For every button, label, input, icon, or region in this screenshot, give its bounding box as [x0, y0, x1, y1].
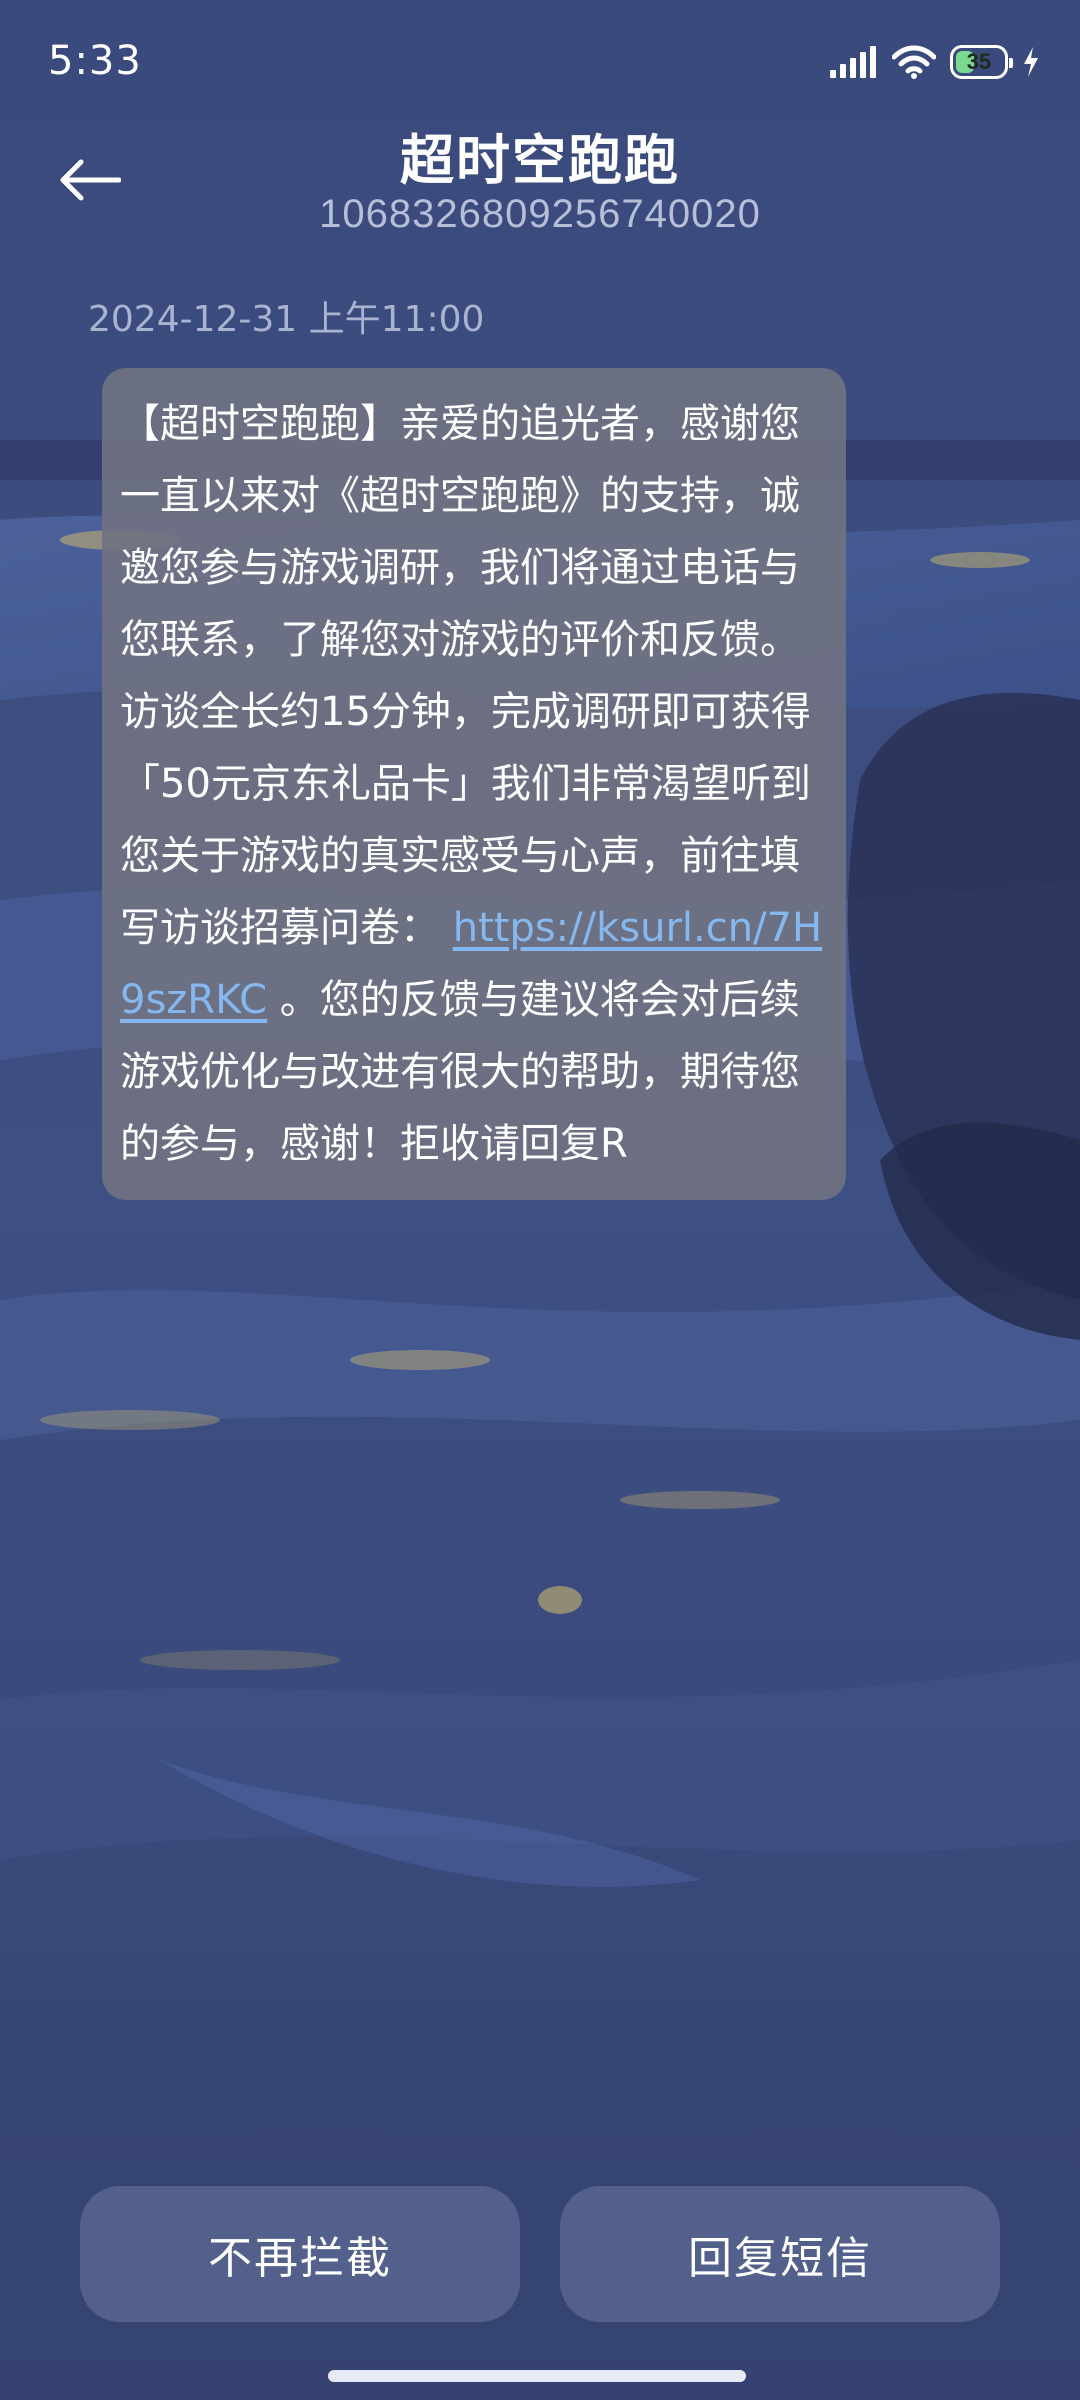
- wifi-icon: [892, 45, 936, 79]
- wallpaper-background: [0, 0, 1080, 2400]
- contact-name: 超时空跑跑: [400, 129, 680, 192]
- status-bar: 5:33 35: [0, 0, 1080, 120]
- message-bubble[interactable]: 【超时空跑跑】亲爱的追光者，感谢您一直以来对《超时空跑跑》的支持，诚邀您参与游戏…: [102, 368, 846, 1200]
- conversation-header: 超时空跑跑 1068326809256740020: [0, 110, 1080, 260]
- signal-icon: [830, 46, 876, 78]
- battery-cap: [1009, 58, 1013, 68]
- message-text: 【超时空跑跑】亲爱的追光者，感谢您一直以来对《超时空跑跑》的支持，诚邀您参与游戏…: [120, 401, 811, 951]
- status-icons: 35: [830, 40, 1040, 84]
- home-indicator[interactable]: [328, 2370, 746, 2382]
- status-time: 5:33: [48, 38, 142, 84]
- charging-icon: [1024, 47, 1038, 77]
- reply-sms-button[interactable]: 回复短信: [560, 2186, 1000, 2322]
- battery-icon: 35: [950, 45, 1013, 79]
- bottom-actions: 不再拦截 回复短信: [80, 2186, 1000, 2322]
- contact-number: 1068326809256740020: [319, 192, 761, 236]
- unblock-button[interactable]: 不再拦截: [80, 2186, 520, 2322]
- battery-level: 35: [966, 49, 992, 74]
- message-timestamp: 2024-12-31 上午11:00: [88, 299, 485, 340]
